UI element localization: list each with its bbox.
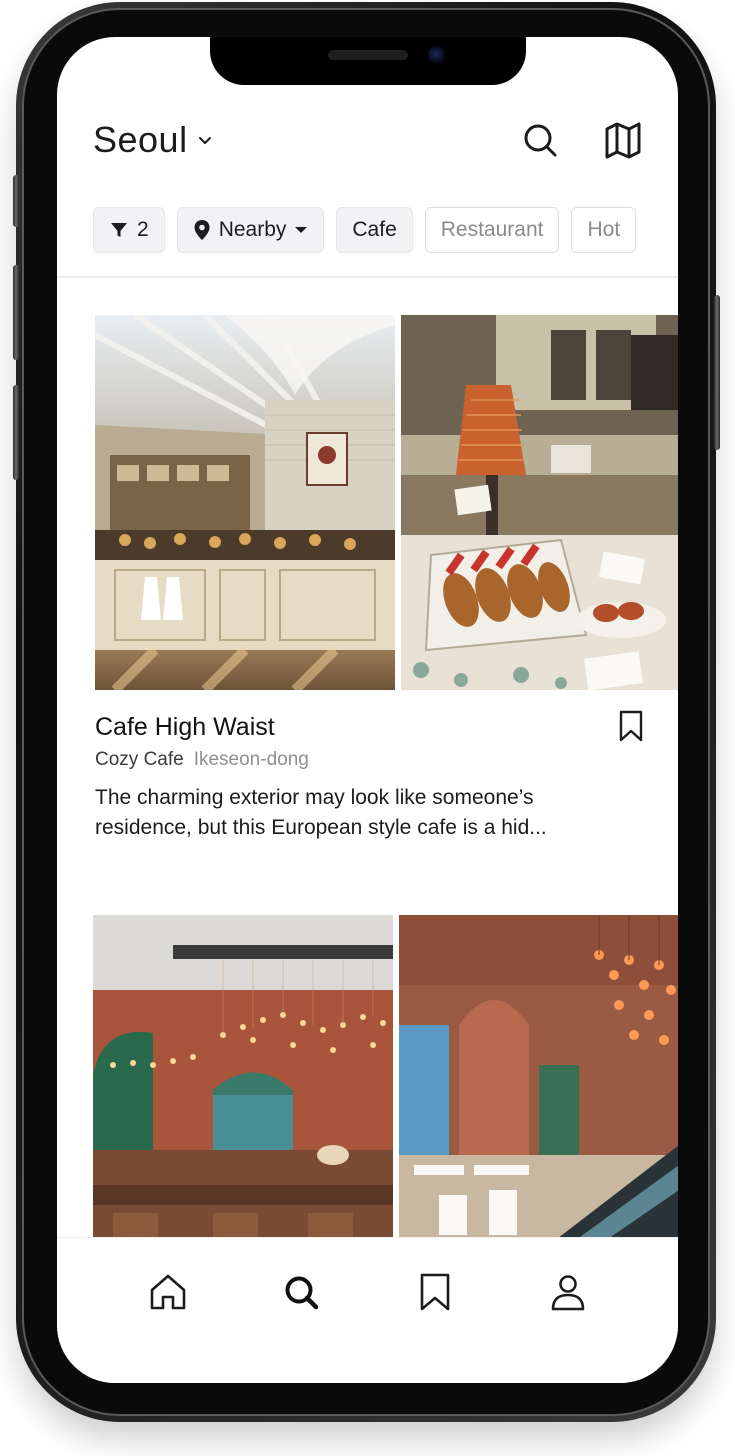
speaker-grille	[328, 50, 408, 60]
search-icon[interactable]	[519, 119, 561, 161]
card-photo	[95, 315, 395, 690]
filter-count: 2	[137, 218, 149, 241]
chip-label: Cafe	[352, 218, 397, 241]
filter-chip-row: 2 Nearby Cafe Restaurant Hot	[93, 207, 637, 253]
card-title[interactable]: Cafe High Waist	[95, 713, 275, 742]
location-label: Nearby	[218, 218, 287, 241]
card-description: The charming exterior may look like some…	[95, 786, 547, 839]
home-icon[interactable]	[148, 1272, 188, 1312]
chevron-down-icon	[198, 137, 211, 144]
bookmark-icon[interactable]	[617, 710, 645, 742]
card-location: Ikeseon-dong	[193, 749, 309, 770]
card-photo	[401, 315, 678, 690]
map-icon[interactable]	[602, 119, 644, 161]
category-chip-cafe[interactable]: Cafe	[336, 207, 413, 253]
front-camera	[428, 46, 446, 64]
location-pin-icon	[194, 220, 210, 240]
volume-up-button	[13, 265, 19, 360]
header-divider	[57, 276, 678, 278]
card-photo-carousel[interactable]	[95, 315, 678, 690]
notch	[210, 37, 526, 85]
silent-switch	[13, 175, 19, 227]
card-photo-carousel[interactable]	[93, 915, 678, 1245]
location-dropdown[interactable]: Nearby	[176, 207, 325, 253]
app-screen: Seoul 2 Nearby Cafe Restaurant Hot Cafe …	[57, 37, 678, 1383]
card-meta: Cozy Cafe Ikeseon-dong	[95, 749, 309, 771]
search-icon[interactable]	[281, 1272, 321, 1312]
header: Seoul	[57, 117, 678, 187]
bookmark-icon[interactable]	[415, 1272, 455, 1312]
card-category: Cozy Cafe	[95, 749, 184, 770]
chip-label: Hot	[587, 218, 621, 241]
filter-button[interactable]: 2	[93, 207, 165, 253]
caret-down-icon	[295, 227, 308, 233]
card-photo	[399, 915, 678, 1245]
profile-icon[interactable]	[548, 1272, 588, 1312]
power-button	[714, 295, 720, 450]
city-name: Seoul	[93, 119, 188, 160]
volume-down-button	[13, 385, 19, 480]
bottom-nav	[57, 1237, 678, 1383]
card-photo	[93, 915, 393, 1245]
category-chip-hot[interactable]: Hot	[571, 207, 637, 253]
category-chip-restaurant[interactable]: Restaurant	[424, 207, 560, 253]
city-selector[interactable]: Seoul	[93, 119, 214, 161]
chip-label: Restaurant	[440, 218, 544, 241]
funnel-icon	[111, 223, 127, 237]
